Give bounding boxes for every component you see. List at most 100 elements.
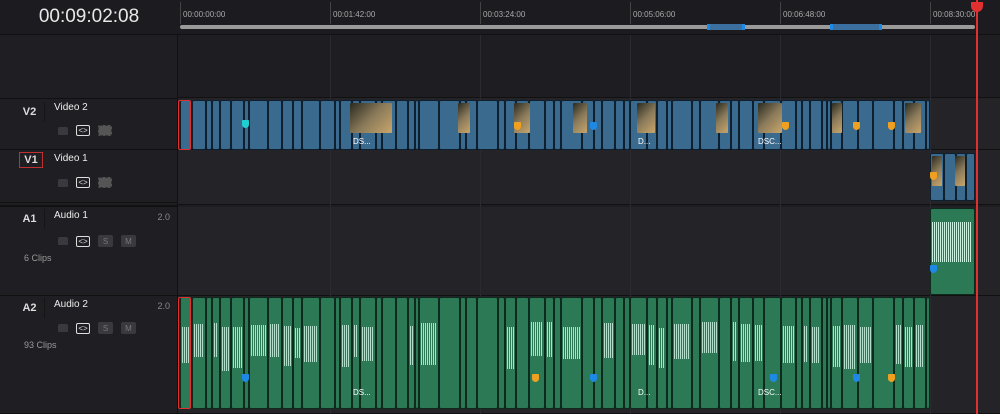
clip-marker[interactable]: [242, 374, 249, 382]
selected-clip[interactable]: [178, 100, 191, 150]
timeline-clip[interactable]: [672, 100, 692, 150]
timeline-clip[interactable]: [396, 297, 408, 409]
audio-waveform: [812, 327, 820, 364]
timeline-clip[interactable]: [212, 100, 220, 150]
timeline-clip[interactable]: [802, 100, 810, 150]
timeline-clip[interactable]: [873, 297, 894, 409]
track-id[interactable]: V1: [19, 152, 43, 168]
timeline-clip[interactable]: [439, 100, 460, 150]
timeline-clip[interactable]: [719, 297, 731, 409]
marked-range[interactable]: [707, 24, 745, 30]
disable-track-icon[interactable]: [98, 177, 112, 188]
timeline-clip[interactable]: [554, 100, 561, 150]
timeline-clip[interactable]: [731, 100, 739, 150]
lock-icon[interactable]: [58, 237, 68, 245]
timeline-clip[interactable]: [220, 100, 231, 150]
track-name[interactable]: Audio 1: [54, 210, 88, 221]
timeline-clip[interactable]: [498, 100, 505, 150]
auto-select-icon[interactable]: <>: [76, 322, 90, 334]
auto-select-icon[interactable]: <>: [76, 177, 90, 188]
clip-marker[interactable]: [853, 374, 860, 382]
track-name[interactable]: Video 2: [54, 102, 88, 113]
audio-waveform: [507, 326, 514, 369]
track-name[interactable]: Audio 2: [54, 299, 88, 310]
timeline-clip[interactable]: [268, 100, 282, 150]
solo-button[interactable]: S: [98, 235, 113, 247]
lock-icon[interactable]: [58, 324, 68, 332]
timeline-clip[interactable]: [692, 100, 700, 150]
timeline-clip[interactable]: [582, 297, 594, 409]
marked-range[interactable]: [830, 24, 882, 30]
timeline-clip[interactable]: [192, 100, 206, 150]
timeline-clip[interactable]: [466, 297, 477, 409]
timeline-clip[interactable]: [320, 297, 335, 409]
timeline-clip[interactable]: [594, 297, 602, 409]
clip-marker[interactable]: [590, 122, 597, 130]
timeline-clip[interactable]: [396, 100, 408, 150]
timeline-clip[interactable]: [810, 100, 822, 150]
timeline-clip[interactable]: [894, 100, 903, 150]
track-header-v1[interactable]: V1 Video 1 <>: [0, 150, 178, 203]
timeline-clip[interactable]: [545, 100, 554, 150]
clip-thumbnail: [458, 103, 470, 133]
timeline-clip[interactable]: [282, 100, 293, 150]
timeline-clip[interactable]: [477, 100, 498, 150]
track-header-a2[interactable]: A2 Audio 2 2.0 <> S M 93 Clips: [0, 296, 178, 414]
timeline-clip[interactable]: [293, 100, 302, 150]
audio-waveform: [563, 326, 580, 359]
clip-marker[interactable]: [930, 172, 937, 180]
clip-marker[interactable]: [532, 374, 539, 382]
timeline-clip[interactable]: [554, 297, 561, 409]
clip-marker[interactable]: [590, 374, 597, 382]
mute-button[interactable]: M: [121, 322, 136, 334]
timeline-clip[interactable]: [498, 297, 505, 409]
timeline-clip[interactable]: [615, 100, 624, 150]
disable-track-icon[interactable]: [98, 125, 112, 136]
auto-select-icon[interactable]: <>: [76, 125, 90, 136]
timeline-clip[interactable]: [382, 297, 396, 409]
mute-button[interactable]: M: [121, 235, 136, 247]
clip-marker[interactable]: [242, 120, 249, 128]
timeline-clip[interactable]: [529, 100, 545, 150]
clip-marker[interactable]: [853, 122, 860, 130]
clip-marker[interactable]: [514, 122, 521, 130]
timeline-clip[interactable]: [858, 100, 873, 150]
clip-label: DSC...: [758, 137, 782, 146]
audio-waveform: [702, 322, 717, 354]
clip-marker[interactable]: [888, 374, 895, 382]
track-header-panel: 00:09:02:08 V2 Video 2 <> V1 Video 1 <> …: [0, 0, 178, 414]
playhead[interactable]: [976, 0, 978, 414]
clip-marker[interactable]: [770, 374, 777, 382]
timeline-clip[interactable]: [320, 100, 335, 150]
timeline-clip[interactable]: [926, 100, 930, 150]
timeline-clip[interactable]: [966, 153, 975, 201]
timeline-clip[interactable]: [249, 100, 268, 150]
timeline-clip[interactable]: [657, 100, 667, 150]
clip-marker[interactable]: [930, 265, 937, 273]
solo-button[interactable]: S: [98, 322, 113, 334]
clip-thumbnail: [832, 103, 842, 133]
timeline-clip[interactable]: [419, 100, 439, 150]
timeline-clip[interactable]: [739, 100, 753, 150]
lock-icon[interactable]: [58, 178, 68, 187]
clip-label: DSC...: [758, 388, 782, 397]
clip-marker[interactable]: [782, 122, 789, 130]
timecode-display[interactable]: 00:09:02:08: [0, 0, 178, 35]
track-header-a1[interactable]: A1 Audio 1 2.0 <> S M 6 Clips: [0, 205, 178, 296]
timeline-clip[interactable]: [516, 297, 529, 409]
timeline-clip[interactable]: [302, 100, 320, 150]
timeline-clip[interactable]: [615, 297, 624, 409]
clip-marker[interactable]: [888, 122, 895, 130]
track-name[interactable]: Video 1: [54, 153, 88, 164]
timeline-clip[interactable]: [408, 100, 415, 150]
lock-icon[interactable]: [58, 126, 68, 135]
timeline-clip[interactable]: [692, 297, 700, 409]
timeline-clip[interactable]: [477, 297, 498, 409]
selected-clip[interactable]: [178, 297, 191, 409]
timeline-clip[interactable]: [926, 297, 930, 409]
timeline-clip[interactable]: [602, 100, 615, 150]
timeline-clip[interactable]: [439, 297, 460, 409]
auto-select-icon[interactable]: <>: [76, 235, 90, 247]
ruler-tick: 00:05:06:00: [633, 10, 676, 19]
track-header-v2[interactable]: V2 Video 2 <>: [0, 98, 178, 150]
